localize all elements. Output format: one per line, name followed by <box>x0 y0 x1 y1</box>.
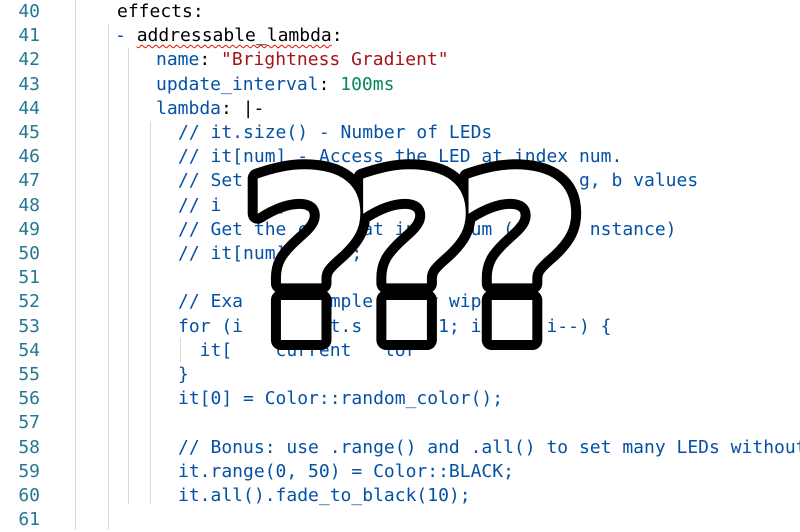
indent-guide <box>128 48 129 504</box>
code-area[interactable]: effects: - addressable_lambda: name: "Br… <box>100 0 800 530</box>
line-number: 52 <box>18 291 40 313</box>
code-line-49[interactable]: // Get the c r at ind num (Col nstance) <box>178 218 677 242</box>
line-number: 45 <box>18 122 40 143</box>
line-number: 61 <box>18 509 40 531</box>
code-text: : <box>331 25 343 47</box>
line-number: 42 <box>18 49 40 71</box>
code-line-46[interactable]: // it[num] - Access the LED at index num… <box>178 145 622 169</box>
code-line-60[interactable]: it.all().fade_to_black(10); <box>178 484 471 508</box>
code-line-59[interactable]: it.range(0, 50) = Color::BLACK; <box>178 460 514 484</box>
code-line-48[interactable]: // i n] o ) <box>178 194 460 218</box>
code-line-44[interactable]: lambda: |- <box>156 97 264 121</box>
code-line-50[interactable]: // it[num] ); <box>178 242 362 266</box>
code-line-43[interactable]: update_interval: 100ms <box>156 73 394 97</box>
code-line-45[interactable]: // it.size() - Number of LEDs <box>178 121 492 145</box>
code-line-58[interactable]: // Bonus: use .range() and .all() to set… <box>178 436 800 460</box>
code-text: : <box>199 49 222 71</box>
code-line-40[interactable]: effects: <box>117 0 204 24</box>
code-line-42[interactable]: name: "Brightness Gradient" <box>156 48 449 72</box>
code-line-56[interactable]: it[0] = Color::random_color(); <box>178 387 503 411</box>
list-dash: - <box>115 25 137 47</box>
code-line-54[interactable]: it[ current lor <box>178 339 417 363</box>
code-editor[interactable]: 40 41 42 43 44 45 46 47 48 49 50 51 52 53 54 55 56 57 58 59… <box>0 0 800 530</box>
code-line-52[interactable]: // Exa : Simple lor wipe <box>178 290 492 314</box>
line-number: 46 <box>18 146 40 168</box>
line-number: 49 <box>18 218 40 240</box>
line-number: 40 <box>18 1 40 22</box>
code-text: : <box>318 73 341 95</box>
line-number: 44 <box>18 97 40 119</box>
line-number: 47 <box>18 170 40 192</box>
line-number: 41 <box>18 25 40 47</box>
yaml-string: "Brightness Gradient" <box>221 49 449 71</box>
code-text: : |- <box>221 97 265 119</box>
line-number: 50 <box>18 243 40 264</box>
line-number: 43 <box>18 73 40 95</box>
indent-guide <box>108 24 109 530</box>
line-number: 51 <box>18 267 40 289</box>
line-number: 54 <box>18 339 40 361</box>
line-number: 53 <box>18 315 40 337</box>
misspelled-key: addressable_lambda <box>136 25 332 47</box>
line-number: 58 <box>18 436 40 458</box>
line-number: 57 <box>18 412 40 434</box>
code-line-41[interactable]: - addressable_lambda: <box>115 24 343 48</box>
line-number-gutter: 40 41 42 43 44 45 46 47 48 49 50 51 52 53 54 55 56 57 58 59… <box>0 0 100 530</box>
line-number: 55 <box>18 364 40 385</box>
gutter-separator <box>75 0 76 530</box>
code-line-55[interactable]: } <box>178 363 189 387</box>
yaml-number: 100ms <box>340 73 395 95</box>
code-line-53[interactable]: for (i i = it.s ) - 1; i 0; i--) { <box>178 315 611 339</box>
yaml-key: name <box>156 49 200 71</box>
yaml-key: lambda <box>156 97 222 119</box>
indent-guide <box>150 121 151 504</box>
line-number: 48 <box>18 194 40 216</box>
code-text: effects: <box>117 1 204 22</box>
code-line-47[interactable]: // Set LED at to the r, g, b values <box>178 169 698 193</box>
line-number: 59 <box>18 460 40 482</box>
line-number: 56 <box>18 388 40 410</box>
yaml-key: update_interval <box>156 73 319 95</box>
line-number: 60 <box>18 485 40 506</box>
